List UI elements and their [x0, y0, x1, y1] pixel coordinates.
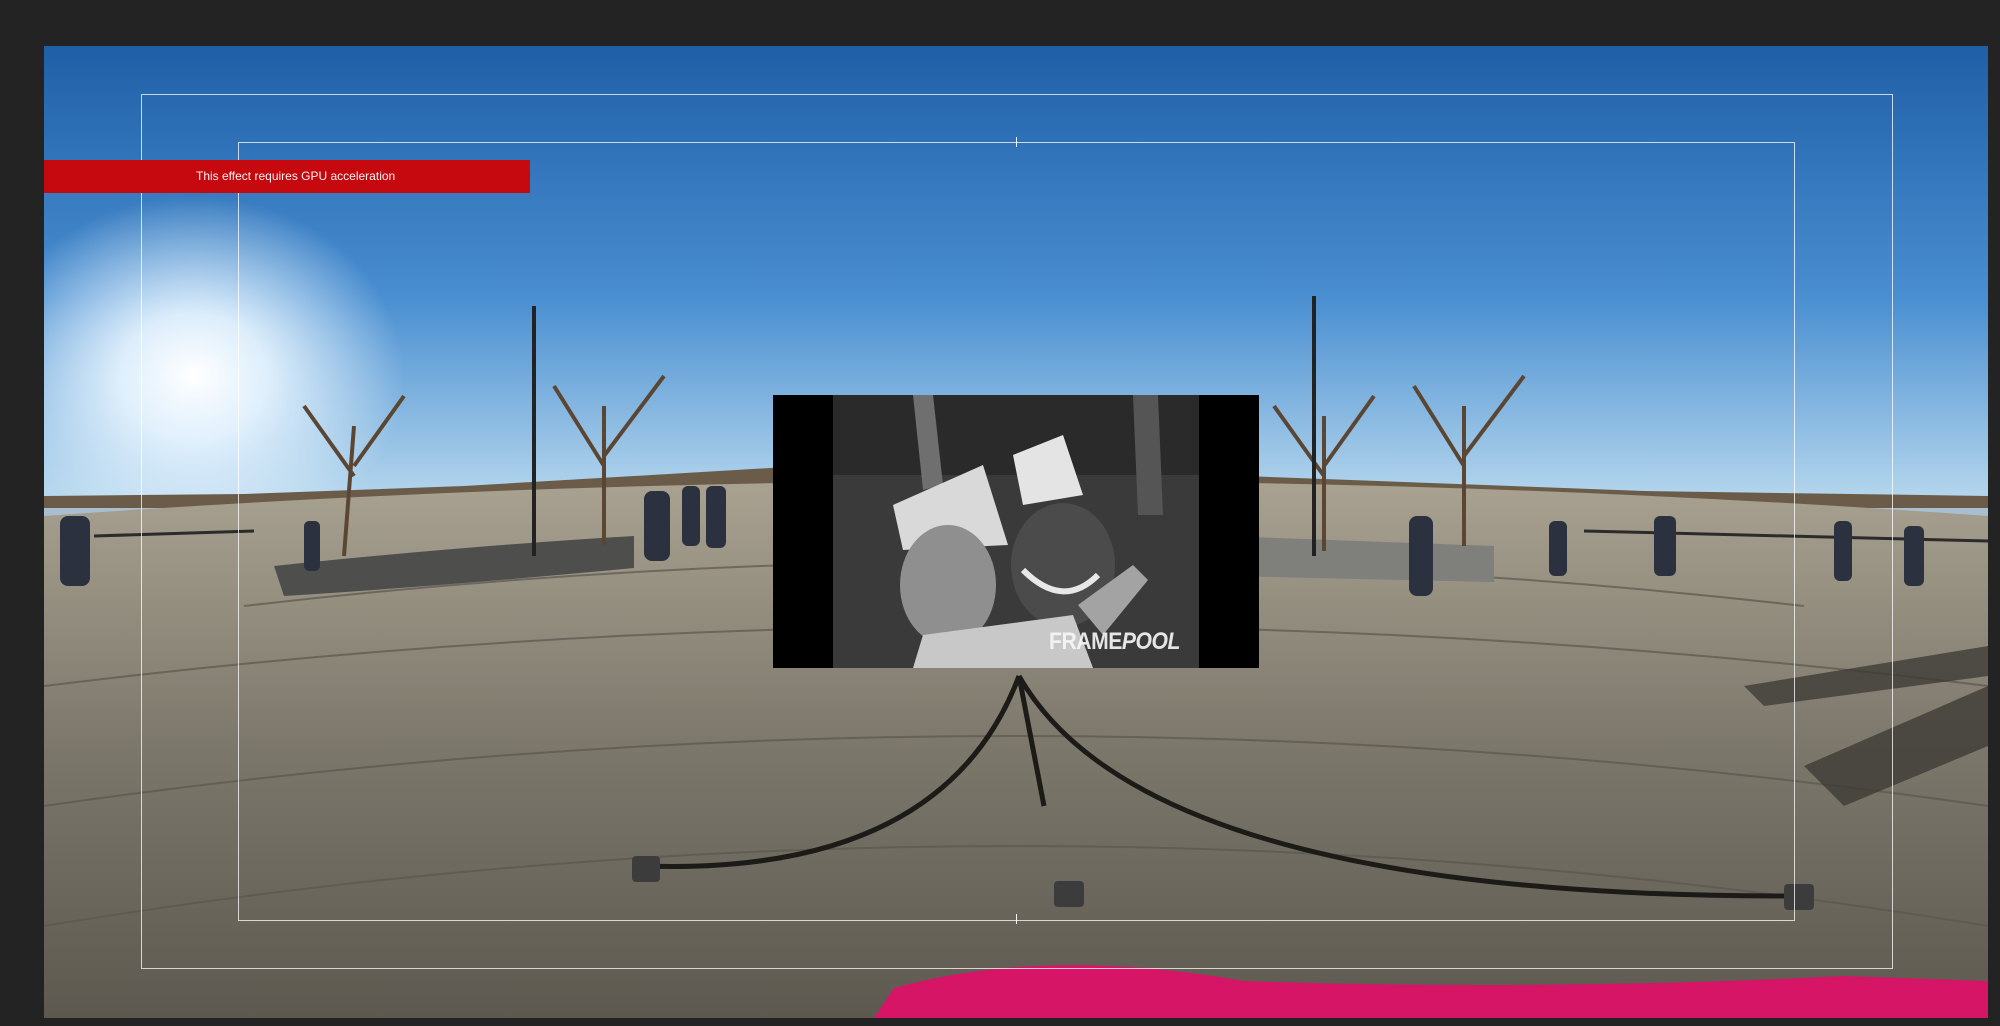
framepool-watermark: FRAMEPOOL: [1049, 628, 1180, 655]
program-monitor: This effect requires GPU acceleration FR…: [0, 0, 2000, 1026]
gpu-warning-text: This effect requires GPU acceleration: [196, 169, 396, 183]
center-mark-top: [1016, 137, 1017, 147]
gpu-warning-banner: This effect requires GPU acceleration: [44, 160, 530, 193]
embedded-archival-clip[interactable]: FRAMEPOOL: [773, 395, 1259, 668]
center-mark-bottom: [1016, 914, 1017, 924]
video-frame-360[interactable]: This effect requires GPU acceleration FR…: [44, 46, 1988, 1018]
